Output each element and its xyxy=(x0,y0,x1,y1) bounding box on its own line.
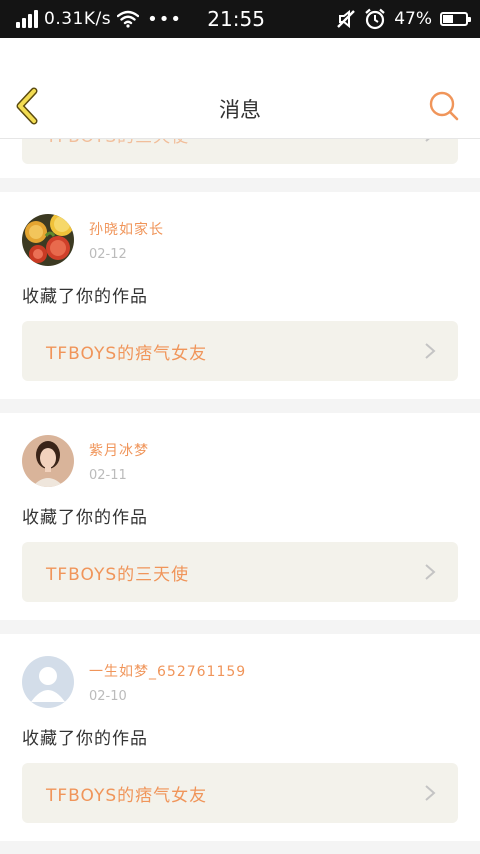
avatar[interactable] xyxy=(22,435,74,487)
avatar[interactable] xyxy=(22,656,74,708)
user-row: 紫月冰梦 02-11 xyxy=(22,413,458,487)
work-link[interactable]: TFBOYS的三天使 xyxy=(22,138,458,164)
list-item: 紫月冰梦 02-11 收藏了你的作品 TFBOYS的三天使 xyxy=(0,413,480,620)
header: 消息 xyxy=(0,38,480,139)
chevron-right-icon xyxy=(425,785,436,801)
user-meta: 孙晓如家长 02-12 xyxy=(89,219,164,262)
username[interactable]: 一生如梦_652761159 xyxy=(89,661,246,681)
list-item: 孙晓如家长 02-12 收藏了你的作品 TFBOYS的痞气女友 xyxy=(0,192,480,399)
date: 02-10 xyxy=(89,688,127,704)
action-text: 收藏了你的作品 xyxy=(22,729,148,749)
search-button[interactable] xyxy=(428,90,460,122)
chevron-right-icon xyxy=(425,343,436,359)
signal-icon xyxy=(16,10,38,28)
work-link[interactable]: TFBOYS的三天使 xyxy=(22,542,458,602)
user-meta: 紫月冰梦 02-11 xyxy=(89,440,149,483)
work-title: TFBOYS的痞气女友 xyxy=(46,785,208,806)
list-item: 一生如梦_652761159 02-10 收藏了你的作品 TFBOYS的痞气女友 xyxy=(0,634,480,841)
username[interactable]: 紫月冰梦 xyxy=(89,440,149,460)
battery-icon xyxy=(440,12,471,26)
message-list[interactable]: TFBOYS的三天使 孙晓如家长 02-12 xyxy=(0,138,480,854)
user-row: 一生如梦_652761159 02-10 xyxy=(22,634,458,708)
page-title: 消息 xyxy=(219,98,261,122)
chevron-right-icon xyxy=(425,564,436,580)
user-row: 孙晓如家长 02-12 xyxy=(22,192,458,266)
status-right: 47% xyxy=(336,8,471,30)
work-link[interactable]: TFBOYS的痞气女友 xyxy=(22,763,458,823)
action-text: 收藏了你的作品 xyxy=(22,508,148,528)
alarm-icon xyxy=(365,8,385,30)
battery-percentage: 47% xyxy=(394,9,432,29)
avatar[interactable] xyxy=(22,214,74,266)
list-item: TFBOYS的三天使 xyxy=(0,138,480,178)
username[interactable]: 孙晓如家长 xyxy=(89,219,164,239)
action-text: 收藏了你的作品 xyxy=(22,287,148,307)
date: 02-12 xyxy=(89,246,127,262)
work-title: TFBOYS的三天使 xyxy=(46,138,189,147)
network-speed: 0.31K/s xyxy=(44,9,112,29)
work-title: TFBOYS的三天使 xyxy=(46,564,190,585)
clock: 21:55 xyxy=(207,7,265,31)
user-meta: 一生如梦_652761159 02-10 xyxy=(89,661,246,704)
mute-icon xyxy=(337,9,356,29)
status-bar: 0.31K/s ••• 21:55 47% xyxy=(0,0,480,38)
work-title: TFBOYS的痞气女友 xyxy=(46,343,208,364)
date: 02-11 xyxy=(89,467,127,483)
work-link[interactable]: TFBOYS的痞气女友 xyxy=(22,321,458,381)
